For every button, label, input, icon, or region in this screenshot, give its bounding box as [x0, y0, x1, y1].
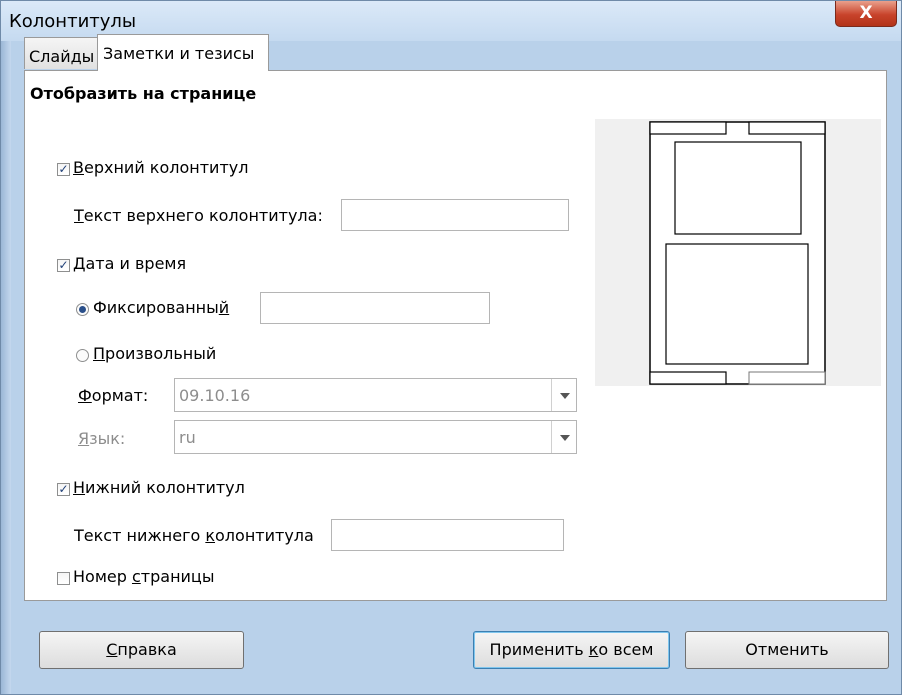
window-title: Колонтитулы [9, 11, 137, 32]
layout-preview [595, 119, 881, 386]
notes-area [665, 243, 809, 365]
check-icon: ✓ [58, 162, 69, 176]
footer-area [649, 371, 727, 385]
variable-radio[interactable] [76, 349, 89, 362]
chevron-down-icon[interactable] [551, 421, 576, 453]
header-checkbox-label[interactable]: Верхний колонтитул [73, 158, 248, 177]
chevron-down-icon[interactable] [551, 379, 576, 411]
footer-text-input[interactable] [331, 519, 564, 551]
close-button[interactable]: X [835, 1, 897, 27]
cancel-button[interactable]: Отменить [685, 631, 889, 669]
window-frame-left [1, 41, 11, 694]
close-icon[interactable]: X [859, 3, 872, 23]
check-icon: ✓ [58, 258, 69, 272]
tab-notes-label: Заметки и тезисы [103, 44, 255, 63]
check-icon: ✓ [58, 482, 69, 496]
section-heading: Отобразить на странице [30, 84, 257, 103]
format-select[interactable]: 09.10.16 [174, 378, 577, 412]
help-button[interactable]: Справка [39, 631, 244, 669]
header-text-input[interactable] [341, 199, 569, 231]
notes-page-preview [649, 121, 826, 385]
footer-text-label: Текст нижнего колонтитула [74, 526, 314, 545]
slide-area [674, 141, 802, 235]
header-checkbox[interactable]: ✓ [57, 163, 70, 176]
datetime-checkbox[interactable]: ✓ [57, 259, 70, 272]
datetime-checkbox-label[interactable]: Дата и время [73, 254, 186, 273]
language-label: Язык: [78, 429, 126, 448]
fixed-radio[interactable] [76, 303, 89, 316]
fixed-date-input[interactable] [260, 292, 490, 324]
tab-slides[interactable]: Слайды [24, 37, 98, 69]
tab-slides-label: Слайды [29, 47, 95, 66]
page-number-area [748, 371, 826, 385]
dialog-window: Колонтитулы X Слайды Заметки и тезисы От… [0, 0, 902, 695]
language-value: ru [179, 428, 196, 447]
fixed-radio-label[interactable]: Фиксированный [93, 298, 229, 317]
footer-checkbox-label[interactable]: Нижний колонтитул [73, 478, 245, 497]
header-text-label: Текст верхнего колонтитула: [74, 206, 323, 225]
page-number-checkbox-label[interactable]: Номер страницы [73, 567, 214, 586]
format-label: Формат: [78, 386, 149, 405]
variable-radio-label[interactable]: Произвольный [93, 344, 216, 363]
page-number-checkbox[interactable] [57, 572, 70, 585]
apply-all-button[interactable]: Применить ко всем [473, 631, 670, 669]
date-area [748, 121, 826, 135]
footer-checkbox[interactable]: ✓ [57, 483, 70, 496]
header-area [649, 121, 727, 135]
language-select[interactable]: ru [174, 420, 577, 454]
format-value: 09.10.16 [179, 386, 251, 405]
tab-notes-handouts[interactable]: Заметки и тезисы [97, 34, 269, 71]
